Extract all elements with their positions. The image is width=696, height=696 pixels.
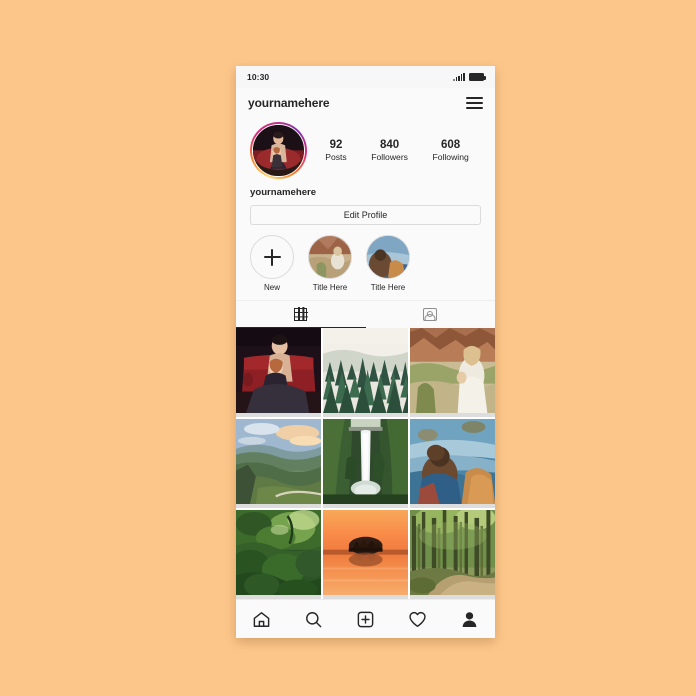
story-highlights: New Title Here Title Here [236,225,495,300]
avatar-artwork [253,125,304,176]
highlight-item-2[interactable]: Title Here [366,235,410,292]
app-header: yournamehere [236,88,495,118]
profile-display-name: yournamehere [250,187,317,198]
stat-posts-value: 92 [329,138,343,151]
post-thumbnail[interactable] [322,418,409,509]
signal-bars-icon [453,73,465,81]
nav-profile-button[interactable] [454,604,484,634]
profile-avatar[interactable] [250,122,307,179]
grid-icon [293,307,308,321]
post-artwork-2 [322,328,409,414]
avatar [252,124,305,177]
home-icon [254,611,270,627]
status-bar: 10:30 [236,66,495,88]
tab-tagged[interactable] [366,301,496,328]
post-thumbnail[interactable] [409,509,495,599]
post-artwork-5 [322,418,409,505]
highlight-item-1-circle [308,235,352,279]
post-artwork-4 [236,418,322,505]
nav-search-button[interactable] [299,604,329,634]
profile-summary: 92 Posts 840 Followers 608 Following [236,118,495,179]
post-thumbnail[interactable] [236,418,322,509]
highlight-item-2-label: Title Here [370,283,406,292]
highlight-new-circle [250,235,294,279]
post-thumbnail[interactable] [409,328,495,418]
hamburger-menu-icon[interactable] [466,94,483,111]
stat-following[interactable]: 608 Following [432,138,468,164]
post-thumbnail[interactable] [322,328,409,418]
tab-grid[interactable] [236,301,366,328]
profile-tabs [236,300,495,328]
stat-followers[interactable]: 840 Followers [371,138,408,164]
bottom-navigation [236,599,495,638]
post-thumbnail[interactable] [236,328,322,418]
heart-icon [409,611,426,627]
phone-frame: 10:30 yournamehere 92 Posts 840 Follower… [236,66,495,638]
plus-icon [263,248,281,266]
nav-add-post-button[interactable] [350,604,380,634]
plus-square-icon [357,611,374,627]
stat-posts[interactable]: 92 Posts [325,138,347,164]
post-artwork-9 [409,509,495,595]
post-artwork-8 [322,509,409,595]
post-thumbnail[interactable] [409,418,495,509]
battery-full-icon [469,73,486,81]
search-icon [306,611,322,627]
edit-profile-button[interactable]: Edit Profile [250,205,481,225]
post-artwork-3 [409,328,495,414]
nav-home-button[interactable] [247,604,277,634]
highlight-item-2-circle [366,235,410,279]
highlight-canyon-artwork [309,236,351,278]
status-indicators [453,73,486,81]
post-thumbnail[interactable] [322,509,409,599]
page-title: yournamehere [248,96,330,110]
stat-following-label: Following [432,152,469,163]
stat-followers-label: Followers [371,152,408,163]
tagged-person-icon [423,307,438,321]
nav-activity-button[interactable] [402,604,432,634]
highlight-item-1-label: Title Here [312,283,348,292]
profile-stats: 92 Posts 840 Followers 608 Following [307,138,481,164]
highlight-item-1[interactable]: Title Here [308,235,352,292]
post-grid [236,328,495,599]
highlight-coast-artwork [367,236,409,278]
person-filled-icon [462,611,476,627]
highlight-new[interactable]: New [250,235,294,292]
post-artwork-7 [236,509,322,595]
post-artwork-1 [236,328,322,414]
stat-followers-value: 840 [380,138,400,151]
status-time: 10:30 [247,72,270,82]
post-artwork-6 [409,418,495,505]
stat-following-value: 608 [441,138,461,151]
stat-posts-label: Posts [325,152,347,163]
highlight-new-label: New [263,283,280,292]
post-thumbnail[interactable] [236,509,322,599]
